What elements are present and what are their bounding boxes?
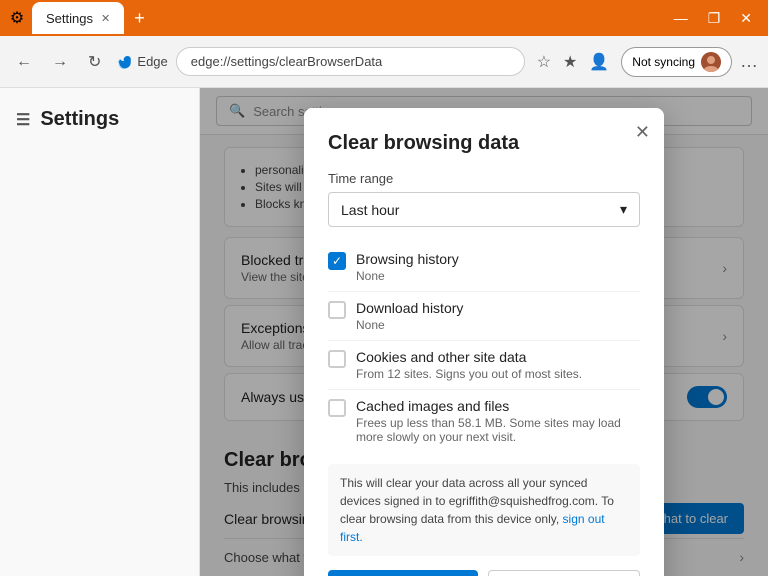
cookies-checkbox[interactable] (328, 350, 346, 368)
tab-close-icon[interactable]: ✕ (101, 12, 110, 25)
toolbar-icons: ☆ ★ 👤 (533, 48, 614, 76)
url-bar[interactable]: edge://settings/clearBrowserData (176, 47, 525, 76)
close-window-button[interactable]: ✕ (732, 10, 760, 27)
sync-notice: This will clear your data across all you… (328, 464, 640, 556)
settings-tab-icon: ⚙ (8, 9, 26, 27)
window-controls: — ❐ ✕ (666, 10, 760, 27)
back-button[interactable]: ← (10, 49, 38, 75)
time-range-value: Last hour (341, 202, 399, 218)
time-range-label: Time range (328, 171, 640, 186)
download-history-label: Download history (356, 300, 463, 316)
dialog-title: Clear browsing data (328, 132, 640, 155)
refresh-button[interactable]: ↻ (82, 48, 107, 76)
hamburger-icon[interactable]: ☰ (16, 110, 30, 130)
cookies-content: Cookies and other site data From 12 site… (356, 349, 582, 381)
account-icon[interactable]: 👤 (585, 48, 613, 76)
edge-logo: Edge (115, 53, 167, 71)
browsing-history-content: Browsing history None (356, 251, 459, 283)
tab-title: Settings (46, 11, 93, 26)
title-bar: ⚙ Settings ✕ + — ❐ ✕ (0, 0, 768, 36)
checkbox-download-history: Download history None (328, 292, 640, 341)
cookies-sub: From 12 sites. Signs you out of most sit… (356, 367, 582, 381)
browsing-history-sub: None (356, 269, 459, 283)
sign-out-link[interactable]: sign out first. (340, 512, 605, 544)
cached-checkbox[interactable] (328, 399, 346, 417)
cached-label: Cached images and files (356, 398, 640, 414)
download-history-content: Download history None (356, 300, 463, 332)
clear-now-button[interactable]: Clear now (328, 570, 478, 576)
checkbox-browsing-history: ✓ Browsing history None (328, 243, 640, 292)
star-icon[interactable]: ☆ (533, 48, 555, 76)
cookies-label: Cookies and other site data (356, 349, 582, 365)
sidebar: ☰ Settings (0, 88, 200, 576)
main-layout: ☰ Settings 🔍 Search settings personalise… (0, 88, 768, 576)
browser-name: Edge (137, 54, 167, 69)
dropdown-icon: ▾ (620, 201, 627, 218)
clear-data-dialog: Clear browsing data ✕ Time range Last ho… (304, 108, 664, 576)
sync-label: Not syncing (632, 55, 695, 69)
forward-button[interactable]: → (46, 49, 74, 75)
settings-tab[interactable]: Settings ✕ (32, 2, 124, 34)
browsing-history-checkbox[interactable]: ✓ (328, 252, 346, 270)
cancel-button[interactable]: Cancel (488, 570, 640, 576)
new-tab-button[interactable]: + (134, 8, 145, 29)
sidebar-header: ☰ Settings (0, 100, 199, 139)
checkbox-cookies: Cookies and other site data From 12 site… (328, 341, 640, 390)
content-area: 🔍 Search settings personalised Sites wil… (200, 88, 768, 576)
cached-content: Cached images and files Frees up less th… (356, 398, 640, 444)
minimize-button[interactable]: — (666, 10, 696, 26)
title-bar-left: ⚙ Settings ✕ + (8, 2, 658, 34)
time-range-select[interactable]: Last hour ▾ (328, 192, 640, 227)
browsing-history-label: Browsing history (356, 251, 459, 267)
maximize-button[interactable]: ❐ (700, 10, 729, 27)
modal-overlay[interactable]: Clear browsing data ✕ Time range Last ho… (200, 88, 768, 576)
checkbox-scroll-area: ✓ Browsing history None Download history (328, 243, 640, 464)
more-options-button[interactable]: … (740, 51, 758, 72)
collections-icon[interactable]: ★ (559, 48, 581, 76)
url-text: edge://settings/clearBrowserData (191, 54, 382, 69)
checkbox-list: ✓ Browsing history None Download history (328, 243, 640, 452)
avatar (701, 52, 721, 72)
checkbox-cached: Cached images and files Frees up less th… (328, 390, 640, 452)
download-history-sub: None (356, 318, 463, 332)
cached-sub: Frees up less than 58.1 MB. Some sites m… (356, 416, 640, 444)
dialog-close-button[interactable]: ✕ (635, 122, 650, 143)
sync-button[interactable]: Not syncing (621, 47, 732, 77)
dialog-actions: Clear now Cancel (328, 570, 640, 576)
download-history-checkbox[interactable] (328, 301, 346, 319)
address-bar: ← → ↻ Edge edge://settings/clearBrowserD… (0, 36, 768, 88)
sidebar-title: Settings (40, 108, 119, 131)
